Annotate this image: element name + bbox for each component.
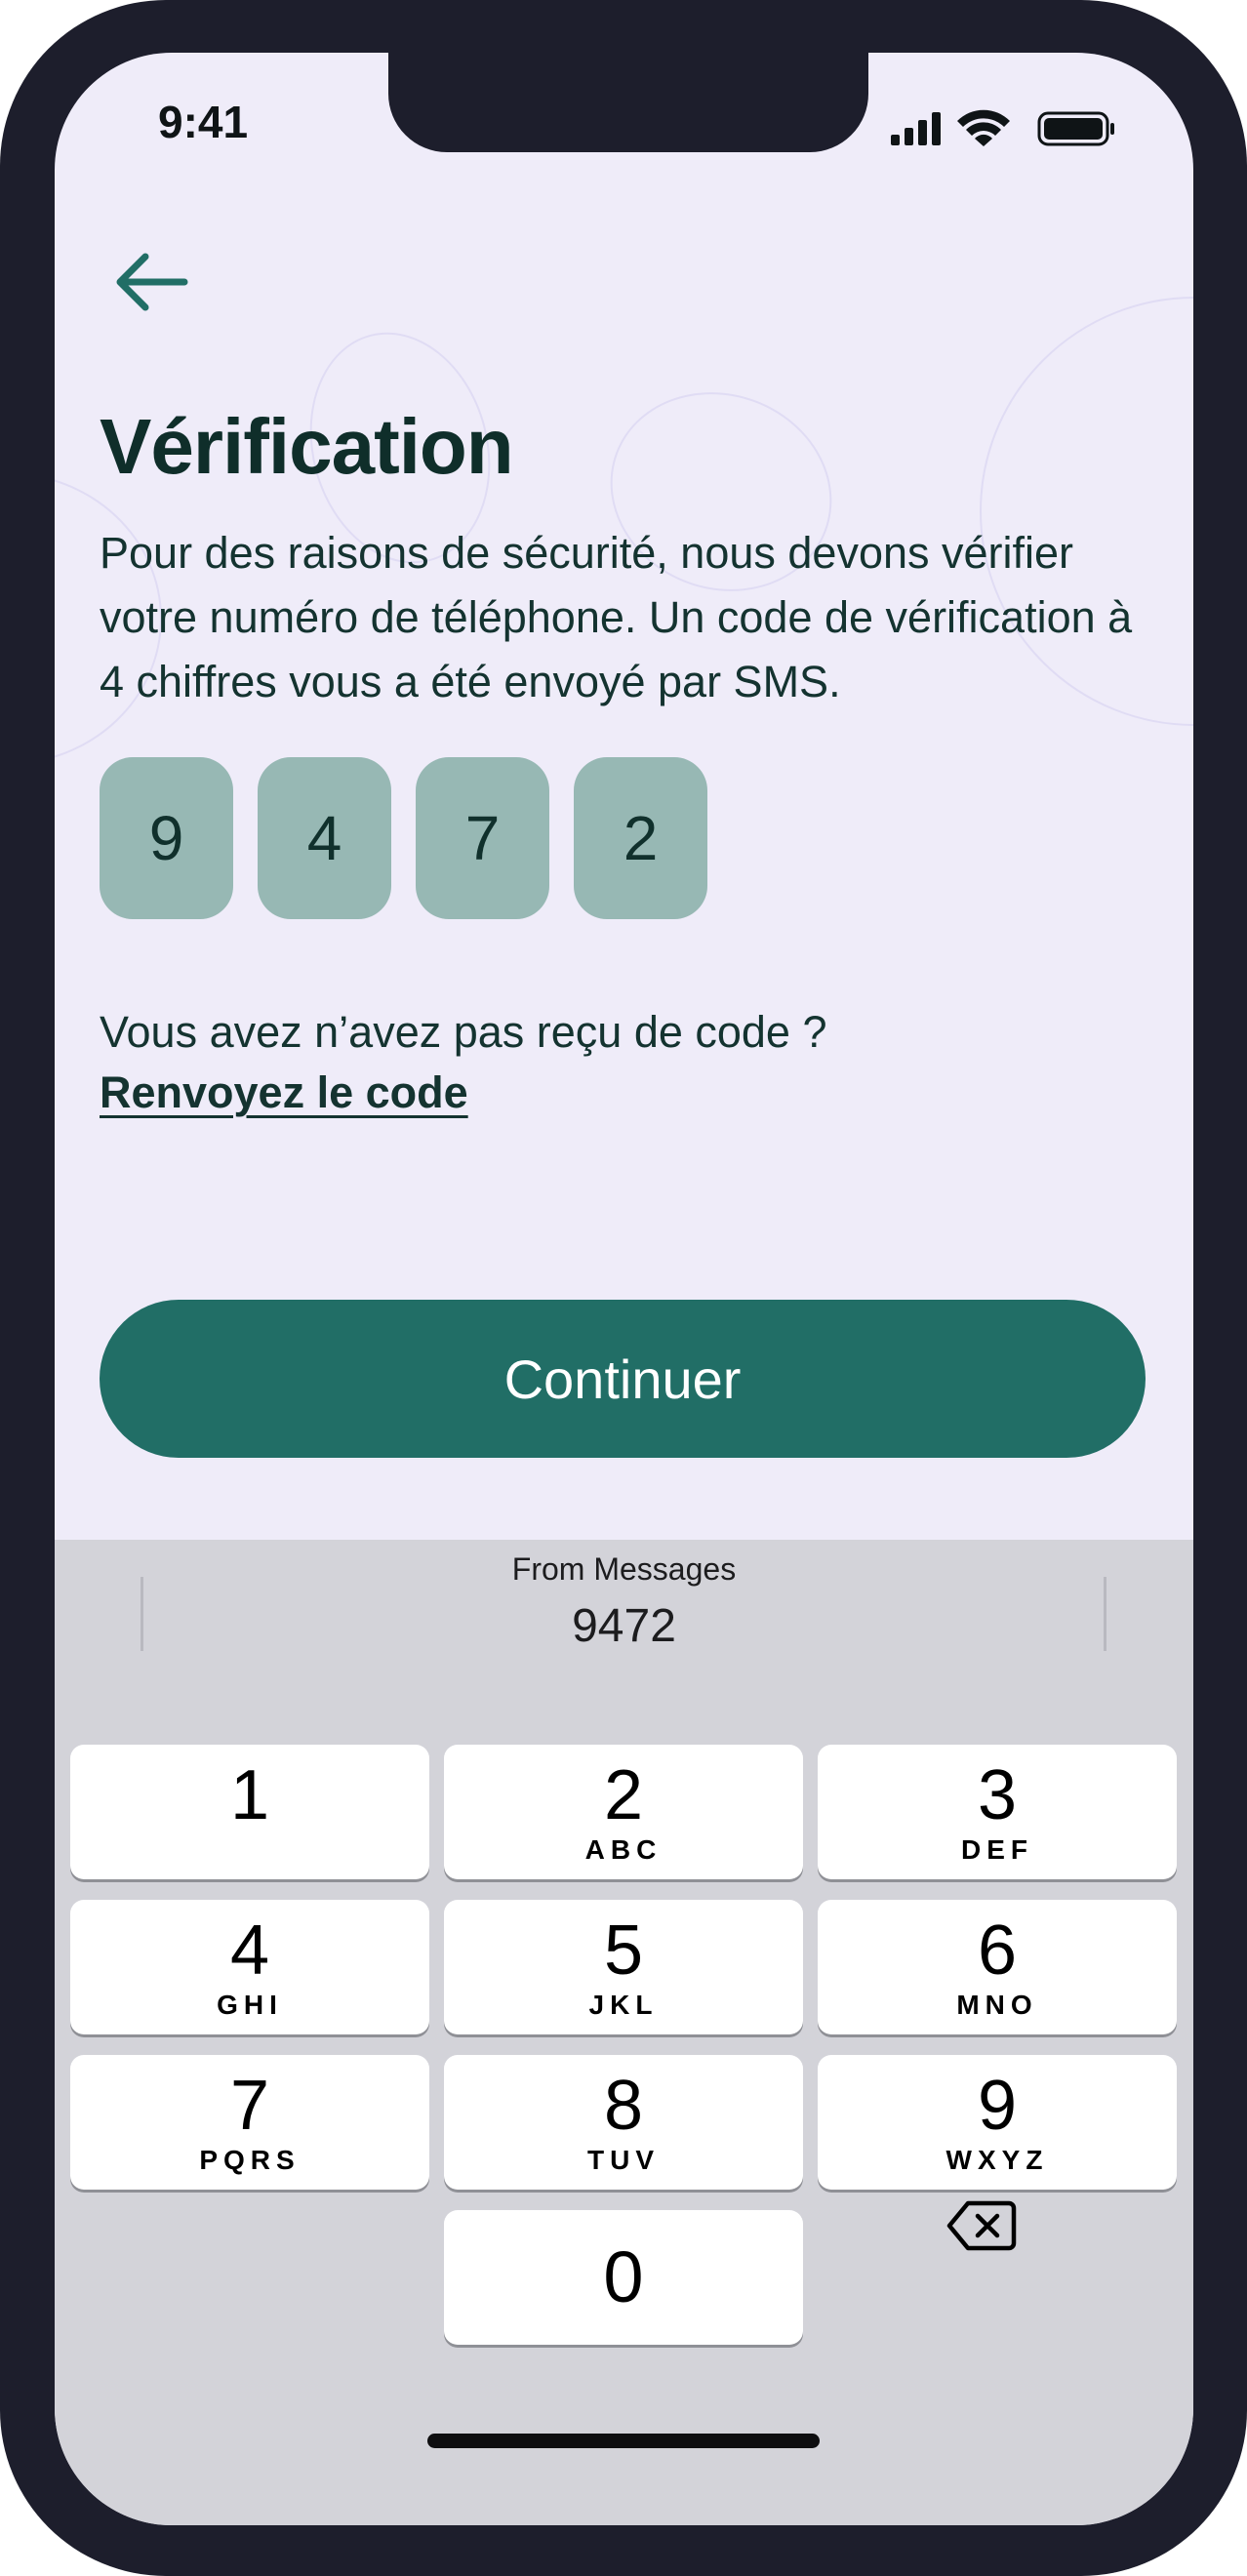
key-digit: 8 bbox=[603, 2067, 644, 2145]
otp-digit-field[interactable]: 4 bbox=[258, 757, 391, 919]
key-8[interactable]: 8 TUV bbox=[444, 2055, 803, 2190]
suggestion-source: From Messages bbox=[511, 1551, 737, 1587]
resend-code-link[interactable]: Renvoyez le code bbox=[100, 1067, 468, 1118]
battery-icon bbox=[1037, 111, 1114, 146]
status-time: 9:41 bbox=[158, 97, 249, 147]
cellular-signal-icon bbox=[891, 112, 941, 145]
device-frame: 9:41 Vérification Pour des raisons de sé… bbox=[0, 0, 1247, 2576]
key-letters: GHI bbox=[217, 1990, 283, 2020]
home-indicator[interactable] bbox=[427, 2434, 820, 2448]
key-digit: 0 bbox=[603, 2236, 644, 2317]
key-letters: TUV bbox=[587, 2145, 660, 2175]
key-2[interactable]: 2 ABC bbox=[444, 1745, 803, 1879]
key-3[interactable]: 3 DEF bbox=[818, 1745, 1177, 1879]
page-description: Pour des raisons de sécurité, nous devon… bbox=[100, 528, 1133, 706]
key-digit: 4 bbox=[229, 1912, 270, 1990]
key-digit: 5 bbox=[603, 1912, 644, 1990]
page-title: Vérification bbox=[100, 403, 514, 490]
suggestion-code: 9472 bbox=[572, 1600, 676, 1652]
otp-digit-field[interactable]: 2 bbox=[574, 757, 707, 919]
key-letters: PQRS bbox=[199, 2145, 301, 2175]
otp-digit-field[interactable]: 9 bbox=[100, 757, 233, 919]
key-5[interactable]: 5 JKL bbox=[444, 1900, 803, 2034]
resend-question: Vous avez n’avez pas reçu de code ? bbox=[100, 1007, 827, 1057]
backspace-key[interactable] bbox=[933, 2192, 1030, 2260]
key-1[interactable]: 1 bbox=[70, 1745, 429, 1879]
otp-digit-field[interactable]: 7 bbox=[416, 757, 549, 919]
arrow-left-icon bbox=[116, 253, 188, 311]
otp-input-group: 9 4 7 2 bbox=[100, 757, 707, 919]
key-digit: 7 bbox=[229, 2067, 270, 2145]
key-letters: JKL bbox=[588, 1990, 659, 2020]
key-digit: 1 bbox=[229, 1756, 270, 1834]
app-screen: 9:41 Vérification Pour des raisons de sé… bbox=[55, 53, 1193, 2525]
key-4[interactable]: 4 GHI bbox=[70, 1900, 429, 2034]
status-icons bbox=[891, 109, 1114, 146]
key-9[interactable]: 9 WXYZ bbox=[818, 2055, 1177, 2190]
back-button[interactable] bbox=[105, 238, 193, 326]
key-digit: 3 bbox=[977, 1756, 1018, 1834]
key-6[interactable]: 6 MNO bbox=[818, 1900, 1177, 2034]
key-0[interactable]: 0 bbox=[444, 2210, 803, 2345]
key-7[interactable]: 7 PQRS bbox=[70, 2055, 429, 2190]
key-letters: WXYZ bbox=[945, 2145, 1049, 2175]
key-digit: 2 bbox=[603, 1756, 644, 1834]
key-digit: 6 bbox=[977, 1912, 1018, 1990]
backspace-icon bbox=[946, 2200, 1017, 2251]
wifi-icon bbox=[957, 109, 1010, 146]
device-notch bbox=[388, 53, 868, 152]
continue-button[interactable]: Continuer bbox=[100, 1300, 1146, 1458]
key-letters: DEF bbox=[961, 1834, 1033, 1865]
key-letters: MNO bbox=[956, 1990, 1038, 2020]
key-letters: ABC bbox=[584, 1834, 663, 1865]
key-digit: 9 bbox=[977, 2067, 1018, 2145]
numeric-keyboard: From Messages 9472 1 2 ABC 3 DEF 4 GHI 5… bbox=[55, 1540, 1193, 2525]
sms-code-suggestion[interactable]: From Messages 9472 bbox=[55, 1551, 1193, 1653]
autofill-suggestion-bar: From Messages 9472 bbox=[55, 1540, 1193, 1686]
